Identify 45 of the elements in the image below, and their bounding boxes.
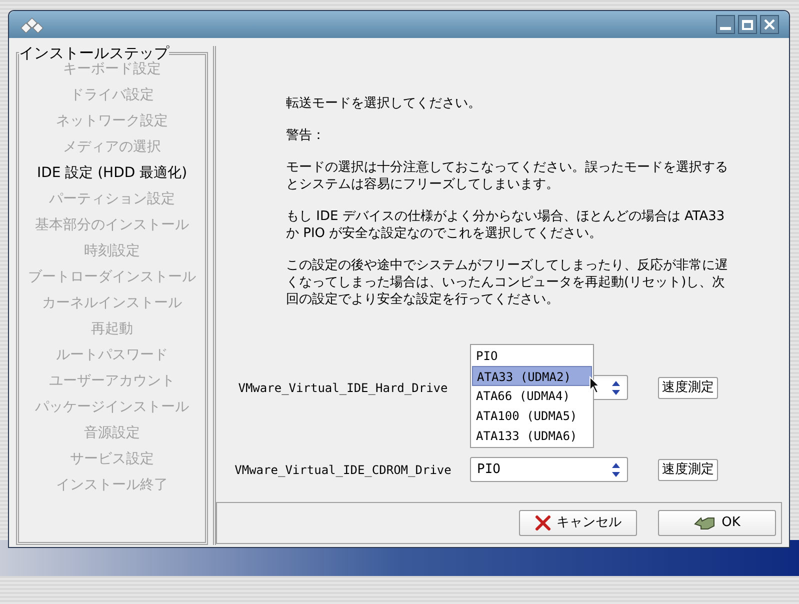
- step-label: ドライバ設定: [70, 86, 154, 105]
- minimize-button[interactable]: [716, 15, 735, 34]
- close-button[interactable]: [760, 15, 779, 34]
- step-label: 音源設定: [84, 424, 140, 443]
- message-paragraph: モードの選択は十分注意しておこなってください。誤ったモードを選択するとシステムは容易にフリーズしてしまいます。: [286, 159, 729, 193]
- step-label: パッケージインストール: [35, 398, 189, 417]
- maximize-icon: [742, 20, 753, 30]
- step-label: メディアの選択: [63, 138, 161, 157]
- step-label: ネットワーク設定: [56, 112, 168, 131]
- drive-label: VMware_Virtual_IDE_CDROM_Drive: [234, 462, 452, 478]
- step-label: ブートローダインストール: [28, 268, 196, 287]
- up-down-arrows-icon: [611, 462, 621, 478]
- step-label: インストール終了: [56, 476, 168, 495]
- message-paragraph: 警告：: [286, 127, 326, 144]
- speed-test-button[interactable]: 速度測定: [658, 376, 718, 398]
- step-label: サービス設定: [70, 450, 154, 469]
- x-icon: [534, 515, 550, 531]
- dropdown-option[interactable]: PIO: [472, 346, 592, 366]
- maximize-button[interactable]: [738, 15, 757, 34]
- up-down-arrows-icon: [611, 380, 621, 396]
- ok-button[interactable]: OK: [658, 510, 776, 536]
- minimize-icon: [720, 27, 731, 30]
- step-label: カーネルインストール: [42, 294, 182, 313]
- speed-test-button[interactable]: 速度測定: [658, 458, 718, 480]
- dropdown-option[interactable]: ATA66 (UDMA4): [472, 386, 592, 406]
- step-label: 時刻設定: [84, 242, 140, 261]
- step-label: パーティション設定: [49, 190, 175, 209]
- message-paragraph: 転送モードを選択してください。: [286, 95, 482, 112]
- step-label: ルートパスワード: [56, 346, 168, 365]
- dropdown-option[interactable]: ATA100 (UDMA5): [472, 406, 592, 426]
- step-label: 再起動: [91, 320, 133, 339]
- step-label: キーボード設定: [63, 60, 161, 79]
- mode-dropdown[interactable]: PIO: [470, 457, 628, 482]
- pointing-hand-icon: [694, 515, 716, 531]
- step-label: IDE 設定 (HDD 最適化): [36, 164, 188, 183]
- diamonds-logo-icon: [19, 16, 45, 32]
- close-icon: [764, 19, 775, 30]
- message-paragraph: もし IDE デバイスの仕様がよく分からない場合、ほとんどの場合は ATA33 か PIO が安全な設定なのでこれを選択してください。: [286, 208, 726, 242]
- drive-label: VMware_Virtual_IDE_Hard_Drive: [237, 380, 449, 396]
- message-paragraph: この設定の後や途中でシステムがフリーズしてしまったり、反応が非常に遅くなってしまった場合は、いったんコンピュータを再起動(リセット)し、次回の設定でより安全な設定を行ってください。: [286, 257, 729, 308]
- dropdown-option[interactable]: ATA133 (UDMA6): [472, 426, 592, 446]
- cancel-button[interactable]: キャンセル: [519, 510, 637, 536]
- steps-panel-title: インストールステップ: [19, 46, 169, 60]
- step-label: ユーザーアカウント: [49, 372, 175, 391]
- step-label: 基本部分のインストール: [35, 216, 189, 235]
